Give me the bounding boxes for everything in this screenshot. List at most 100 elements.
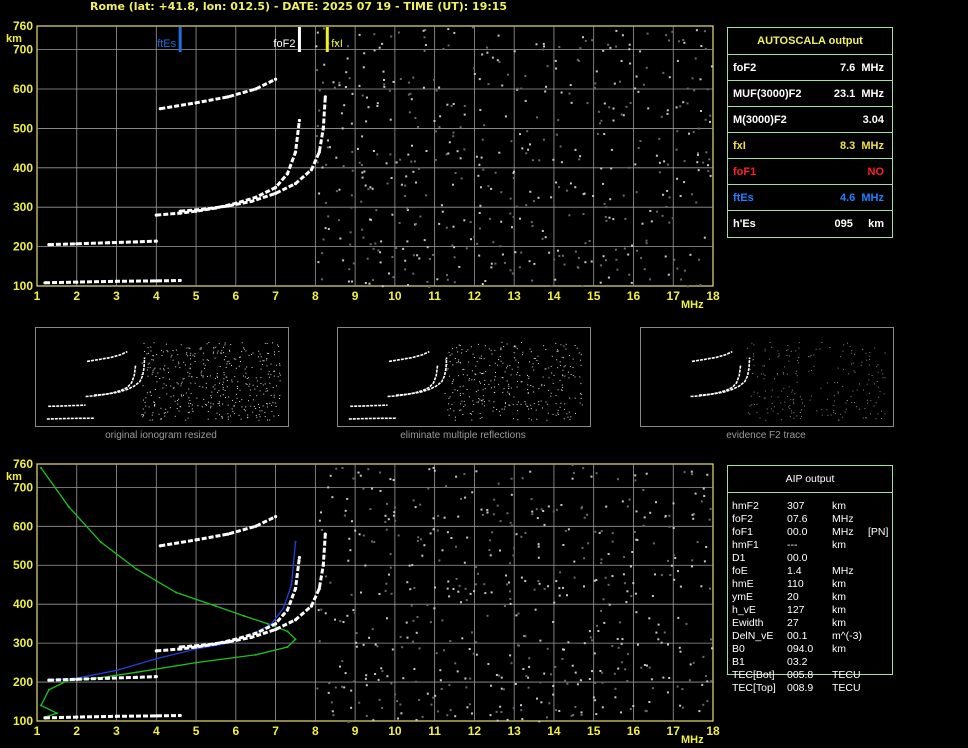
noise-dot xyxy=(362,487,365,490)
noise-dot xyxy=(185,392,187,394)
noise-dot xyxy=(241,399,243,401)
noise-dot xyxy=(343,104,346,107)
noise-dot xyxy=(491,531,494,534)
noise-dot xyxy=(537,580,540,582)
noise-dot xyxy=(187,371,189,373)
noise-dot xyxy=(679,650,682,653)
series-point xyxy=(75,280,79,284)
noise-dot xyxy=(696,541,699,544)
noise-dot xyxy=(789,407,791,409)
noise-dot xyxy=(555,580,558,583)
noise-dot xyxy=(359,474,362,477)
aip-unit: km xyxy=(832,617,846,629)
noise-dot xyxy=(473,379,475,381)
noise-dot xyxy=(858,408,860,410)
noise-dot xyxy=(614,248,617,251)
aip-unit: MHz xyxy=(832,513,854,525)
noise-dot xyxy=(250,405,252,407)
noise-dot xyxy=(266,358,268,359)
noise-dot xyxy=(438,222,441,225)
noise-dot xyxy=(564,375,566,377)
noise-dot xyxy=(651,687,654,690)
noise-dot xyxy=(450,104,453,107)
noise-dot xyxy=(827,398,828,400)
noise-dot xyxy=(273,375,275,377)
noise-dot xyxy=(702,161,705,164)
noise-dot xyxy=(397,534,400,537)
noise-dot xyxy=(381,285,384,288)
aip-row: TEC[Top] 008.9 TECU xyxy=(732,682,922,695)
noise-dot xyxy=(399,78,402,80)
x-tick-label: 12 xyxy=(468,724,482,738)
noise-dot xyxy=(385,582,388,585)
aip-value: 1.4 xyxy=(787,565,802,577)
noise-dot xyxy=(782,408,784,410)
noise-dot xyxy=(527,148,530,151)
noise-dot xyxy=(223,372,225,374)
noise-dot xyxy=(466,706,469,709)
series-point xyxy=(47,678,51,682)
noise-dot xyxy=(494,386,495,388)
noise-dot xyxy=(500,220,503,223)
noise-dot xyxy=(264,342,266,344)
series-point xyxy=(115,669,118,672)
noise-dot xyxy=(422,86,425,89)
noise-dot xyxy=(226,386,228,388)
noise-dot xyxy=(811,395,812,397)
noise-dot xyxy=(424,44,427,47)
noise-dot xyxy=(406,581,409,584)
noise-dot xyxy=(574,345,576,346)
noise-dot xyxy=(349,549,352,552)
noise-dot xyxy=(469,677,472,680)
noise-dot xyxy=(352,477,355,480)
noise-dot xyxy=(243,408,245,410)
noise-dot xyxy=(547,585,550,588)
noise-dot xyxy=(506,512,509,515)
noise-dot xyxy=(484,379,486,381)
noise-dot xyxy=(764,390,766,392)
noise-dot xyxy=(763,378,765,380)
noise-dot xyxy=(571,664,574,667)
noise-dot xyxy=(625,105,628,108)
noise-dot xyxy=(538,159,541,162)
noise-dot xyxy=(698,258,701,261)
noise-dot xyxy=(376,102,379,105)
noise-dot xyxy=(504,115,507,118)
noise-dot xyxy=(188,405,190,407)
noise-dot xyxy=(268,353,270,354)
noise-dot xyxy=(279,380,281,382)
y-tick-label: 760 xyxy=(13,457,33,471)
noise-dot xyxy=(509,597,512,600)
noise-dot xyxy=(702,655,705,658)
aip-unit: MHz xyxy=(832,526,854,538)
noise-dot xyxy=(447,368,449,370)
noise-dot xyxy=(327,228,330,230)
noise-dot xyxy=(666,109,669,112)
noise-dot xyxy=(838,419,840,421)
noise-dot xyxy=(607,583,610,586)
noise-dot xyxy=(538,404,540,406)
noise-dot xyxy=(488,549,491,551)
noise-dot xyxy=(619,621,621,624)
noise-dot xyxy=(418,257,421,260)
noise-dot xyxy=(650,220,653,223)
noise-dot xyxy=(411,564,414,567)
noise-dot xyxy=(369,508,372,511)
noise-dot xyxy=(517,372,519,373)
noise-dot xyxy=(601,706,604,709)
noise-dot xyxy=(787,344,789,346)
aip-name: TEC[Top] xyxy=(732,682,776,694)
noise-dot xyxy=(167,367,169,369)
noise-dot xyxy=(415,631,418,634)
noise-dot xyxy=(628,48,631,51)
noise-dot xyxy=(793,412,795,414)
noise-dot xyxy=(185,353,187,355)
noise-dot xyxy=(141,362,143,364)
noise-dot xyxy=(459,362,461,364)
noise-dot xyxy=(349,243,352,246)
noise-dot xyxy=(245,383,247,385)
noise-dot xyxy=(847,342,848,344)
noise-dot xyxy=(548,251,551,254)
noise-dot xyxy=(750,395,752,397)
noise-dot xyxy=(682,101,685,104)
